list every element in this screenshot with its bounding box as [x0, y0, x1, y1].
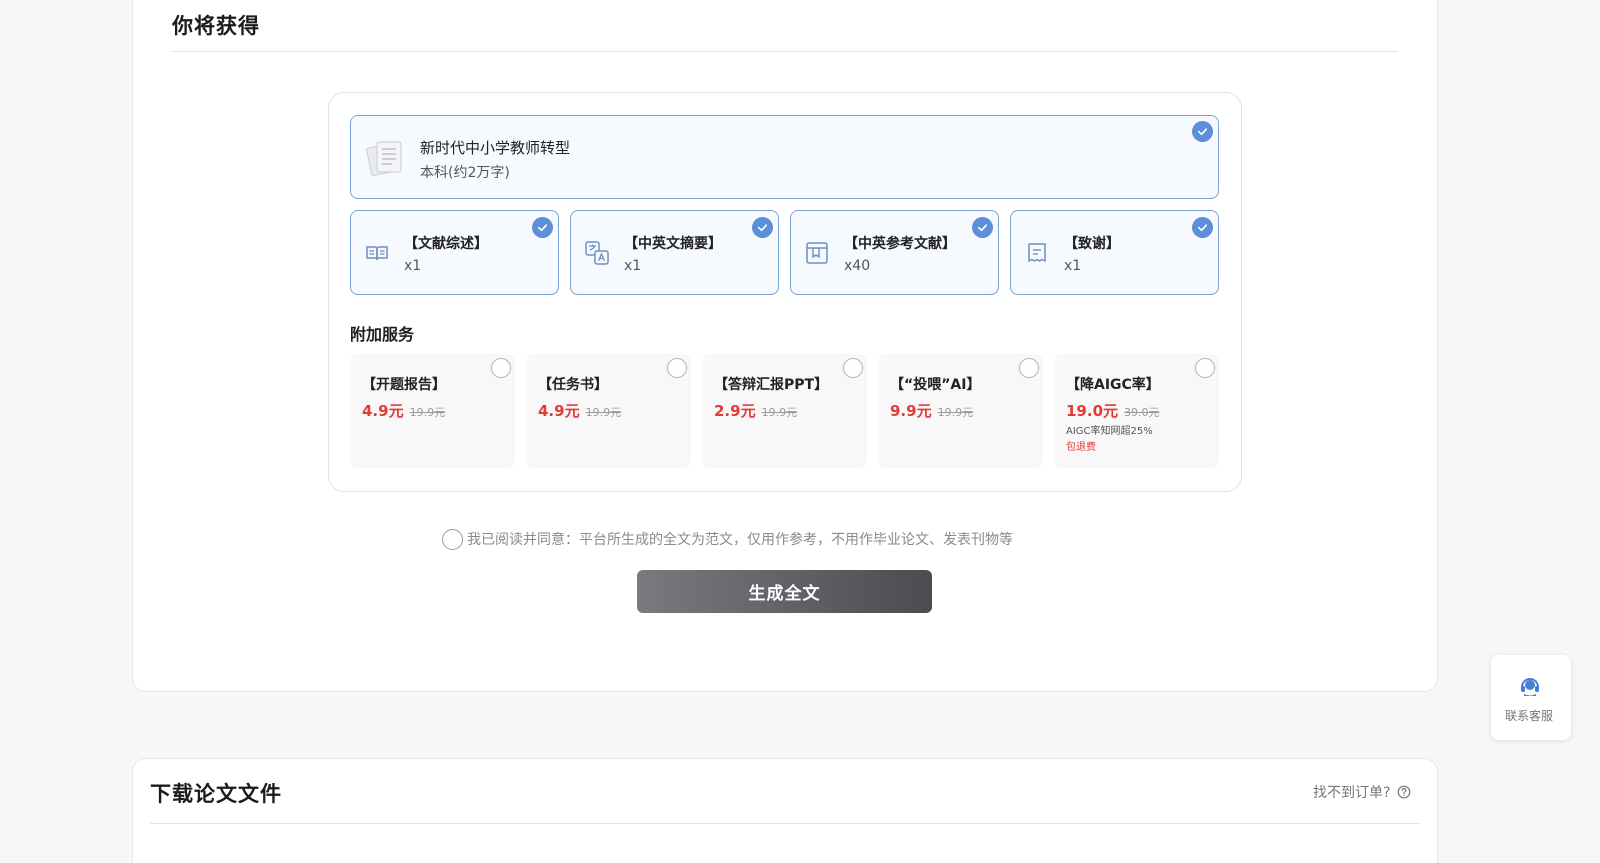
addon-radio[interactable] — [843, 358, 863, 378]
addon-name: 【“投喂”AI】 — [890, 377, 981, 393]
addon-original-price: 19.9元 — [937, 406, 974, 419]
addon-radio[interactable] — [1019, 358, 1039, 378]
addon-proposal[interactable]: 【开题报告】 4.9元 19.9元 — [350, 354, 515, 468]
feature-name: 【文献综述】 — [404, 236, 488, 252]
addon-name: 【开题报告】 — [362, 377, 446, 393]
check-icon — [972, 217, 993, 238]
check-icon — [1192, 121, 1213, 142]
bookmark-book-icon — [806, 242, 828, 264]
addon-refund-note: 包退费 — [1066, 442, 1096, 453]
paper-item[interactable]: 新时代中小学教师转型 本科(约2万字) — [350, 115, 1219, 199]
addon-name: 【答辩汇报PPT】 — [714, 377, 829, 393]
addon-reduce-aigc[interactable]: 【降AIGC率】 19.0元 39.0元 AIGC率知网超25% 包退费 — [1054, 354, 1219, 468]
missing-order-link[interactable]: 找不到订单? — [1313, 782, 1411, 802]
paper-title: 新时代中小学教师转型 — [420, 139, 571, 157]
section-title: 你将获得 — [172, 14, 260, 38]
translate-icon — [585, 241, 609, 265]
feature-count: x1 — [1064, 258, 1082, 274]
addon-name: 【任务书】 — [538, 377, 608, 393]
help-icon — [1398, 785, 1411, 799]
feature-count: x1 — [404, 258, 422, 274]
check-icon — [1192, 217, 1213, 238]
download-card — [132, 758, 1438, 863]
download-title: 下载论文文件 — [150, 782, 282, 806]
feature-literature-review[interactable]: 【文献综述】 x1 — [350, 210, 559, 295]
missing-order-text: 找不到订单? — [1313, 785, 1391, 801]
check-icon — [752, 217, 773, 238]
generate-button[interactable]: 生成全文 — [637, 570, 932, 613]
book-open-icon — [366, 246, 388, 261]
addon-price: 19.0元 39.0元 — [1066, 402, 1160, 420]
agreement-row[interactable]: 我已阅读并同意：平台所生成的全文为范文，仅用作参考，不用作毕业论文、发表刊物等 — [442, 528, 1013, 550]
paper-subtitle: 本科(约2万字) — [420, 165, 510, 181]
feature-count: x1 — [624, 258, 642, 274]
feature-name: 【致谢】 — [1064, 236, 1120, 252]
addon-radio[interactable] — [1195, 358, 1215, 378]
addon-price: 4.9元 19.9元 — [538, 402, 622, 420]
customer-support-label: 联系客服 — [1504, 709, 1553, 723]
addon-radio[interactable] — [667, 358, 687, 378]
addon-original-price: 19.9元 — [761, 406, 798, 419]
addon-original-price: 19.9元 — [409, 406, 446, 419]
customer-support-button[interactable]: 联系客服 — [1491, 655, 1571, 740]
addon-note: AIGC率知网超25% — [1066, 426, 1153, 437]
section-divider — [172, 51, 1398, 52]
feature-abstract[interactable]: 【中英文摘要】 x1 — [570, 210, 779, 295]
addon-radio[interactable] — [491, 358, 511, 378]
addon-price: 4.9元 19.9元 — [362, 402, 446, 420]
feature-count: x40 — [844, 258, 871, 274]
document-lines-icon — [1028, 243, 1046, 262]
download-divider — [150, 823, 1420, 824]
agreement-text: 我已阅读并同意：平台所生成的全文为范文，仅用作参考，不用作毕业论文、发表刊物等 — [467, 532, 1013, 548]
addon-title: 附加服务 — [350, 325, 415, 344]
addon-price: 2.9元 19.9元 — [714, 402, 798, 420]
feature-name: 【中英参考文献】 — [844, 236, 956, 252]
headset-icon — [1521, 678, 1539, 696]
addon-defense-ppt[interactable]: 【答辩汇报PPT】 2.9元 19.9元 — [702, 354, 867, 468]
feature-references[interactable]: 【中英参考文献】 x40 — [790, 210, 999, 295]
addon-name: 【降AIGC率】 — [1066, 377, 1160, 393]
feature-name: 【中英文摘要】 — [624, 236, 722, 252]
documents-icon — [366, 141, 402, 177]
check-icon — [532, 217, 553, 238]
feature-acknowledgement[interactable]: 【致谢】 x1 — [1010, 210, 1219, 295]
addon-feed-ai[interactable]: 【“投喂”AI】 9.9元 19.9元 — [878, 354, 1043, 468]
addon-price: 9.9元 19.9元 — [890, 402, 974, 420]
addon-task-book[interactable]: 【任务书】 4.9元 19.9元 — [526, 354, 691, 468]
agreement-radio[interactable] — [442, 528, 463, 550]
addon-original-price: 19.9元 — [585, 406, 622, 419]
addon-original-price: 39.0元 — [1124, 406, 1160, 419]
